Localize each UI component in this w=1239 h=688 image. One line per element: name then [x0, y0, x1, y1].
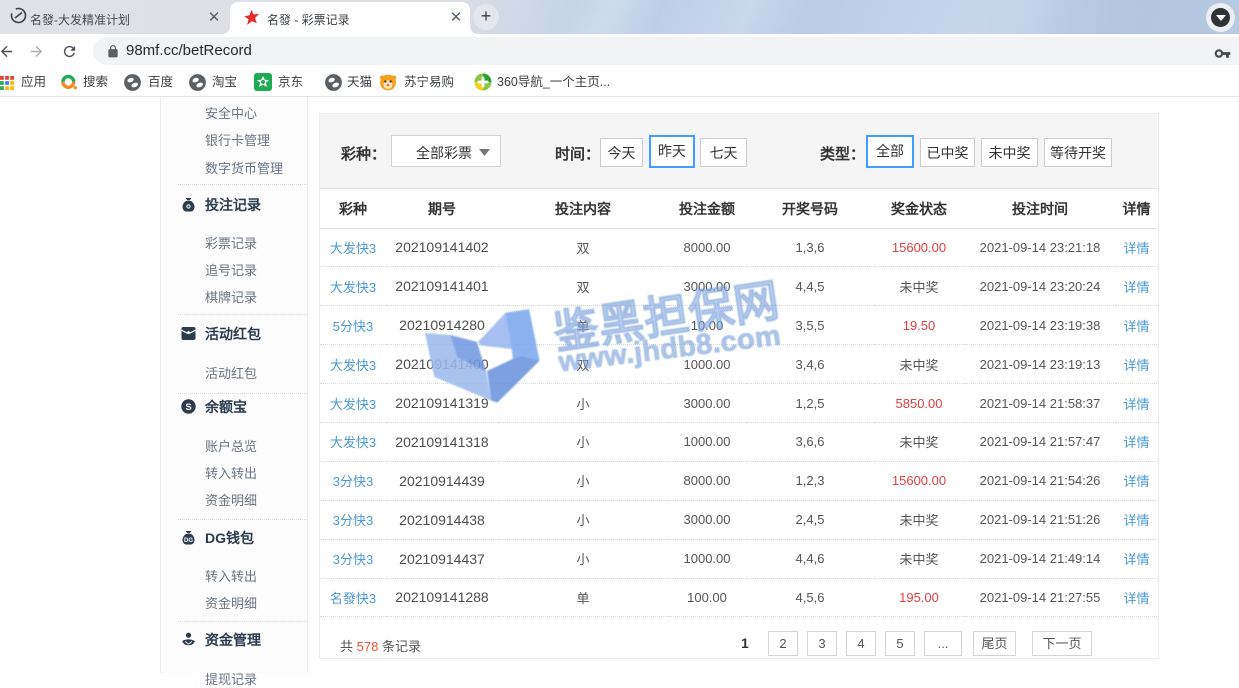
svg-text:S: S [185, 402, 191, 413]
svg-text:DG: DG [184, 538, 193, 544]
